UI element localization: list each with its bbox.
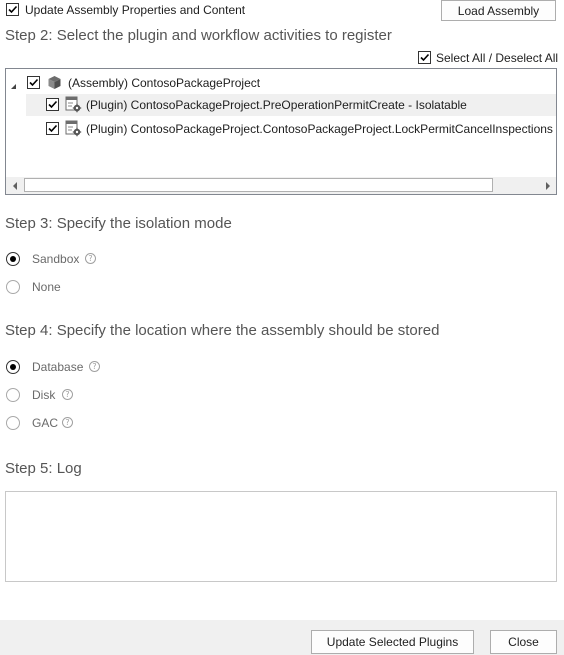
none-radio[interactable] — [6, 280, 20, 294]
disk-radio[interactable] — [6, 388, 20, 402]
scroll-left-button[interactable] — [7, 178, 22, 193]
update-assembly-label: Update Assembly Properties and Content — [25, 3, 246, 17]
collapse-arrow-icon[interactable] — [10, 79, 17, 93]
scroll-right-button[interactable] — [540, 178, 555, 193]
plugin-label[interactable]: (Plugin) ContosoPackageProject.ContosoPa… — [86, 121, 556, 137]
load-assembly-button[interactable]: Load Assembly — [441, 0, 556, 21]
help-icon[interactable]: ? — [62, 389, 73, 400]
sandbox-radio[interactable] — [6, 252, 20, 266]
plugin-checkbox[interactable] — [46, 122, 59, 135]
assembly-checkbox[interactable] — [27, 76, 40, 89]
step3-title: Step 3: Specify the isolation mode — [5, 215, 232, 232]
plugin-gear-icon — [65, 120, 82, 140]
none-label: None — [32, 280, 61, 294]
plugin-label[interactable]: (Plugin) ContosoPackageProject.PreOperat… — [86, 97, 467, 113]
checkmark-icon — [48, 100, 58, 109]
update-assembly-checkbox[interactable] — [6, 3, 19, 16]
select-all-label: Select All / Deselect All — [436, 51, 559, 65]
plugin-tree[interactable]: (Assembly) ContosoPackageProject (Plugin… — [5, 68, 557, 195]
help-icon[interactable]: ? — [85, 253, 96, 264]
checkmark-icon — [420, 53, 430, 62]
step5-title: Step 5: Log — [5, 460, 82, 477]
log-textarea[interactable] — [5, 491, 557, 582]
checkmark-icon — [48, 124, 58, 133]
plugin-gear-icon — [65, 96, 82, 116]
plugin-checkbox[interactable] — [46, 98, 59, 111]
close-button[interactable]: Close — [490, 630, 557, 654]
select-all-checkbox[interactable] — [418, 51, 431, 64]
radio-dot — [10, 364, 16, 370]
radio-dot — [10, 256, 16, 262]
sandbox-label: Sandbox — [32, 252, 80, 266]
arrow-left-icon — [12, 181, 17, 190]
package-icon — [47, 75, 62, 93]
update-selected-plugins-button[interactable]: Update Selected Plugins — [311, 630, 474, 654]
step4-title: Step 4: Specify the location where the a… — [5, 322, 440, 339]
checkmark-icon — [29, 78, 39, 87]
help-icon[interactable]: ? — [89, 361, 100, 372]
assembly-label[interactable]: (Assembly) ContosoPackageProject — [68, 75, 260, 91]
scroll-thumb[interactable] — [24, 178, 493, 192]
checkmark-icon — [8, 5, 18, 14]
help-icon[interactable]: ? — [62, 417, 73, 428]
arrow-right-icon — [545, 181, 550, 190]
gac-radio[interactable] — [6, 416, 20, 430]
disk-label: Disk — [32, 388, 56, 402]
database-radio[interactable] — [6, 360, 20, 374]
gac-label: GAC — [32, 416, 59, 430]
horizontal-scrollbar[interactable] — [6, 177, 556, 194]
footer-bar: Update Selected Plugins Close — [0, 620, 564, 655]
database-label: Database — [32, 360, 84, 374]
step2-title: Step 2: Select the plugin and workflow a… — [5, 27, 392, 44]
